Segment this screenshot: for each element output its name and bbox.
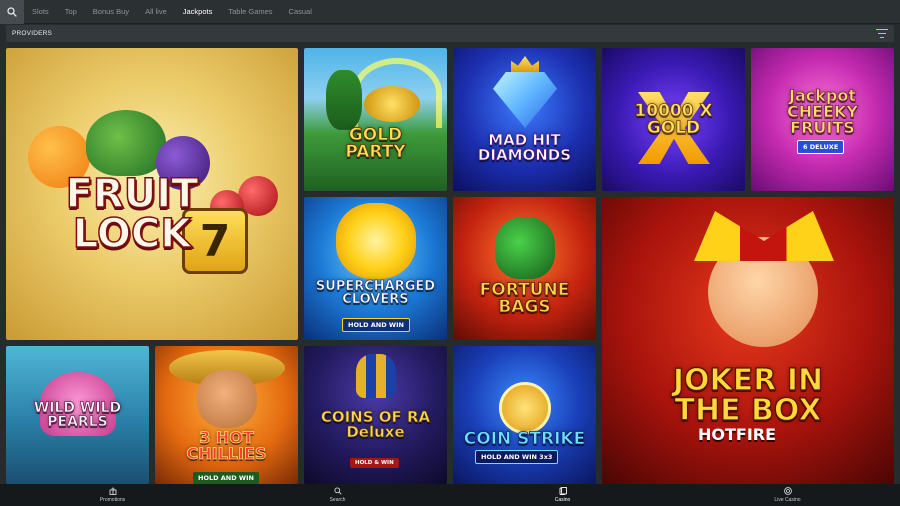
diamond-icon [493,72,557,128]
tab-casual[interactable]: Casual [281,0,320,24]
filter-icon[interactable] [876,28,888,39]
bottom-nav-label: Live Casino [774,497,801,503]
game-tile-supercharged-clovers[interactable]: SUPERCHARGED CLOVERS HOLD AND WIN [304,197,447,340]
crown-icon [511,56,539,72]
jester-hat-icon [694,211,834,261]
game-title: FRUIT LOCK [65,171,199,257]
game-tile-fortune-bags[interactable]: FORTUNE BAGS [453,197,596,340]
bottom-nav-label: Casino [554,497,571,503]
game-title: 10000 X GOLD [634,100,713,138]
game-tile-10000x-gold[interactable]: 10000 X GOLD [602,48,745,191]
game-tile-gold-party[interactable]: GOLD PARTY [304,48,447,191]
providers-label: PROVIDERS [12,30,53,37]
tab-bonus-buy[interactable]: Bonus Buy [85,0,137,24]
game-subtitle: HOLD AND WIN 3x3 [475,450,559,464]
game-subtitle: HOLD AND WIN [193,472,259,484]
watermelon-icon [86,110,166,176]
bottom-nav: Promotions Search Casino Live Casino [0,484,900,506]
tab-top[interactable]: Top [57,0,85,24]
tab-slots[interactable]: Slots [24,0,57,24]
gift-icon [109,487,116,495]
game-subtitle: HOTFIRE [698,425,777,444]
chip-icon [783,487,792,495]
game-title: Jackpot CHEEKY FRUITS [787,85,859,137]
tab-jackpots[interactable]: Jackpots [175,0,221,24]
bottom-nav-promotions[interactable]: Promotions [0,484,225,506]
pharaoh-icon [356,354,396,398]
game-tile-wild-wild-pearls[interactable]: WILD WILD PEARLS [6,346,149,484]
bottom-nav-casino[interactable]: Casino [450,484,675,506]
game-title: COINS OF RA Deluxe [320,408,431,441]
clover-icon [336,203,416,279]
face-icon [197,370,257,428]
search-icon [7,6,17,17]
game-subtitle: 6 DELUXE [797,140,845,154]
bottom-nav-search[interactable]: Search [225,484,450,506]
game-title: COIN STRIKE [463,428,586,449]
game-subtitle: HOLD AND WIN [342,318,410,332]
game-tile-fruit-lock[interactable]: FRUIT LOCK 7 [6,48,298,340]
bottom-nav-live-casino[interactable]: Live Casino [675,484,900,506]
tab-all-live[interactable]: All live [137,0,175,24]
game-title: 3 HOT CHILLIES [186,428,267,463]
lightning-coin-icon [499,382,551,434]
leprechaun-icon [326,70,362,130]
game-tile-coins-of-ra[interactable]: COINS OF RA Deluxe HOLD & WIN [304,346,447,484]
game-title: SUPERCHARGED CLOVERS [315,278,436,307]
tab-table-games[interactable]: Table Games [220,0,280,24]
game-title: FORTUNE BAGS [479,279,570,317]
money-bag-icon [495,217,555,279]
top-nav: Slots Top Bonus Buy All live Jackpots Ta… [0,0,900,24]
game-tile-coin-strike[interactable]: COIN STRIKE HOLD AND WIN 3x3 [453,346,596,484]
game-title: JOKER IN THE BOX [672,362,824,428]
bottom-nav-label: Promotions [99,497,126,503]
bottom-nav-label: Search [329,497,346,503]
pot-of-gold-icon [364,86,420,122]
search-button[interactable] [0,0,24,24]
game-title: GOLD PARTY [345,124,406,162]
game-title: WILD WILD PEARLS [33,400,122,430]
game-title: MAD HIT DIAMONDS [477,130,572,164]
providers-filter-bar[interactable]: PROVIDERS [6,25,894,42]
search-icon [333,487,342,495]
game-tile-mad-hit-diamonds[interactable]: MAD HIT DIAMONDS [453,48,596,191]
game-tile-cheeky-fruits[interactable]: Jackpot CHEEKY FRUITS 6 DELUXE [751,48,894,191]
cards-icon [559,487,567,495]
game-tile-3-hot-chillies[interactable]: 3 HOT CHILLIES HOLD AND WIN [155,346,298,484]
game-subtitle: HOLD & WIN [350,458,399,468]
game-tile-joker-in-the-box[interactable]: JOKER IN THE BOX HOTFIRE [602,197,894,484]
